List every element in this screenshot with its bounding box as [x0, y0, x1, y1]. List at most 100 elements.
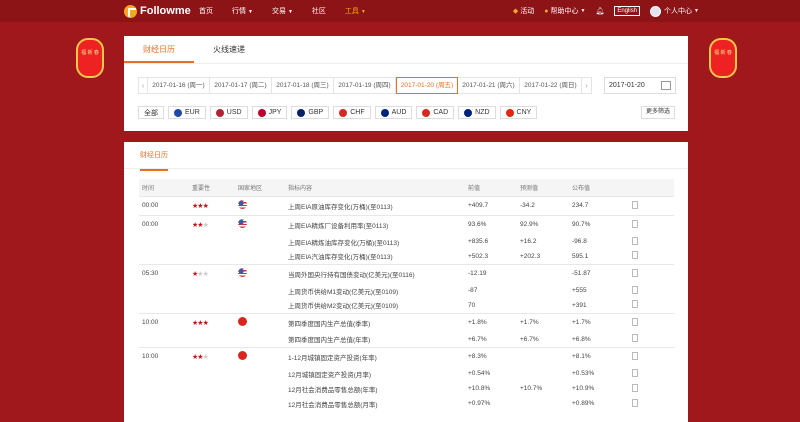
- time-cell: 10:00: [139, 346, 189, 366]
- currency-filter-usd[interactable]: USD: [209, 106, 248, 119]
- tab-live-news[interactable]: 火线速递: [194, 36, 264, 63]
- currency-filter-cad[interactable]: CAD: [416, 106, 455, 119]
- calendar-icon[interactable]: [661, 81, 671, 90]
- date-item[interactable]: 2017-01-19 (周四): [334, 77, 396, 94]
- currency-label: JPY: [268, 109, 282, 116]
- user-menu[interactable]: 个人中心 ▼: [650, 5, 699, 17]
- bell-icon: 🔔︎: [595, 8, 605, 15]
- previous-value-cell: +6.7%: [468, 335, 487, 343]
- date-item[interactable]: 2017-01-20 (周五): [396, 77, 458, 94]
- star-icon: ★: [202, 270, 209, 278]
- importance-cell: [189, 332, 235, 347]
- document-icon[interactable]: [632, 398, 638, 407]
- document-icon[interactable]: [632, 351, 638, 360]
- column-header: 预测值: [517, 179, 569, 196]
- document-icon[interactable]: [632, 317, 638, 326]
- nav-item-3[interactable]: 社区: [312, 6, 326, 16]
- tab-finance-calendar[interactable]: 财经日历: [124, 36, 194, 63]
- prev-date-button[interactable]: ‹: [138, 77, 148, 94]
- lantern-right: [709, 38, 739, 78]
- detail-cell: [629, 263, 674, 283]
- nav-item-2[interactable]: 交易 ▼: [272, 6, 293, 16]
- detail-cell: [629, 332, 674, 347]
- table-row: 12月社会消费品零售总额(月率) +0.97% +0.89%: [139, 396, 674, 411]
- currency-label: GBP: [308, 109, 324, 116]
- table-row: 12月城镇固定资产投资(月率) +0.54% +0.53%: [139, 366, 674, 381]
- document-icon[interactable]: [632, 383, 638, 392]
- flag-icon: [422, 108, 431, 117]
- more-filter-button[interactable]: 更多筛选: [640, 106, 675, 119]
- currency-filter-nzd[interactable]: NZD: [458, 106, 496, 119]
- activity-label: 活动: [520, 8, 535, 15]
- activity-link[interactable]: ◆ 活动: [513, 6, 534, 16]
- time-cell: [139, 249, 189, 264]
- currency-filter-eur[interactable]: EUR: [168, 106, 206, 119]
- forecast-cell: +6.7%: [520, 335, 539, 343]
- nav-item-0[interactable]: 首页: [199, 6, 213, 16]
- indicator-cell: 12月社会消费品零售总额(年率): [288, 386, 378, 394]
- document-icon[interactable]: [632, 334, 638, 343]
- news-tab[interactable]: 财经日历: [140, 142, 168, 171]
- importance-cell: ★★★: [189, 263, 235, 283]
- detail-cell: [629, 195, 674, 215]
- currency-filter-jpy[interactable]: JPY: [251, 106, 288, 119]
- news-calendar-card: 财经日历 时间 重要性 国家地区 指标内容 前值 预测值 公布值 00:00 ★★★ 上周EIA…: [124, 142, 688, 422]
- actual-value-cell: +10.9%: [572, 385, 595, 392]
- document-icon[interactable]: [632, 285, 638, 294]
- importance-stars: ★★★: [192, 354, 209, 361]
- help-link[interactable]: ● 帮助中心 ▼: [544, 6, 585, 16]
- news-tab-bar: 财经日历: [124, 142, 688, 171]
- indicator-cell: 上周货币供给M1变动(亿美元)(至0109): [288, 288, 399, 296]
- time-cell: [139, 332, 189, 347]
- indicator-cell: 12月社会消费品零售总额(月率): [288, 401, 378, 409]
- language-button[interactable]: English: [614, 6, 641, 16]
- currency-filter-chf[interactable]: CHF: [333, 106, 371, 119]
- currency-label: USD: [226, 109, 242, 116]
- country-cell: [235, 249, 285, 264]
- document-icon[interactable]: [632, 368, 638, 377]
- bell-button[interactable]: 🔔︎: [595, 7, 604, 15]
- indicator-cell: 上周货币供给M2变动(亿美元)(至0109): [288, 303, 399, 311]
- time-cell: [139, 283, 189, 298]
- date-item[interactable]: 2017-01-22 (周日): [520, 77, 582, 94]
- previous-value-cell: +8.3%: [465, 346, 517, 366]
- followme-logo[interactable]: Followme: [124, 4, 199, 18]
- document-icon[interactable]: [632, 236, 638, 245]
- detail-cell: [629, 214, 674, 234]
- time-cell: [139, 381, 189, 396]
- nav-item-1[interactable]: 行情 ▼: [232, 6, 253, 16]
- currency-label: EUR: [185, 109, 200, 116]
- currency-filter-gbp[interactable]: GBP: [291, 106, 330, 119]
- column-header: 公布值: [569, 179, 629, 196]
- country-cell: [235, 263, 285, 283]
- date-item[interactable]: 2017-01-16 (周一): [148, 77, 210, 94]
- previous-value-cell: 93.6%: [465, 214, 517, 234]
- flag-icon: [464, 108, 473, 117]
- help-icon: ●: [544, 7, 549, 15]
- document-icon[interactable]: [632, 219, 638, 228]
- document-icon[interactable]: [632, 200, 638, 209]
- date-item[interactable]: 2017-01-21 (周六): [458, 77, 520, 94]
- column-header: 重要性: [189, 179, 235, 196]
- actual-value-cell: +0.53%: [572, 370, 595, 377]
- currency-filter-aud[interactable]: AUD: [374, 106, 413, 119]
- indicator-cell: 1-12月城镇固定资产投资(年率): [285, 346, 465, 366]
- us-flag-icon: [238, 200, 247, 209]
- date-input-value: 2017-01-20: [609, 82, 645, 89]
- document-icon[interactable]: [632, 251, 638, 260]
- date-item[interactable]: 2017-01-17 (周二): [210, 77, 272, 94]
- document-icon[interactable]: [632, 268, 638, 277]
- currency-filter-全部[interactable]: 全部: [138, 106, 164, 119]
- previous-value-cell: +835.6: [468, 238, 489, 245]
- date-input[interactable]: 2017-01-20: [604, 77, 676, 94]
- column-header: 前值: [465, 179, 517, 196]
- next-date-button[interactable]: ›: [582, 77, 592, 94]
- document-icon[interactable]: [632, 300, 638, 309]
- detail-cell: [629, 298, 674, 313]
- currency-filter-cny[interactable]: CNY: [499, 106, 538, 119]
- country-cell: [235, 283, 285, 298]
- us-flag-icon: [238, 219, 247, 229]
- column-header: 国家地区: [235, 179, 285, 196]
- nav-item-4[interactable]: 工具 ▼: [345, 6, 366, 16]
- date-item[interactable]: 2017-01-18 (周三): [272, 77, 334, 94]
